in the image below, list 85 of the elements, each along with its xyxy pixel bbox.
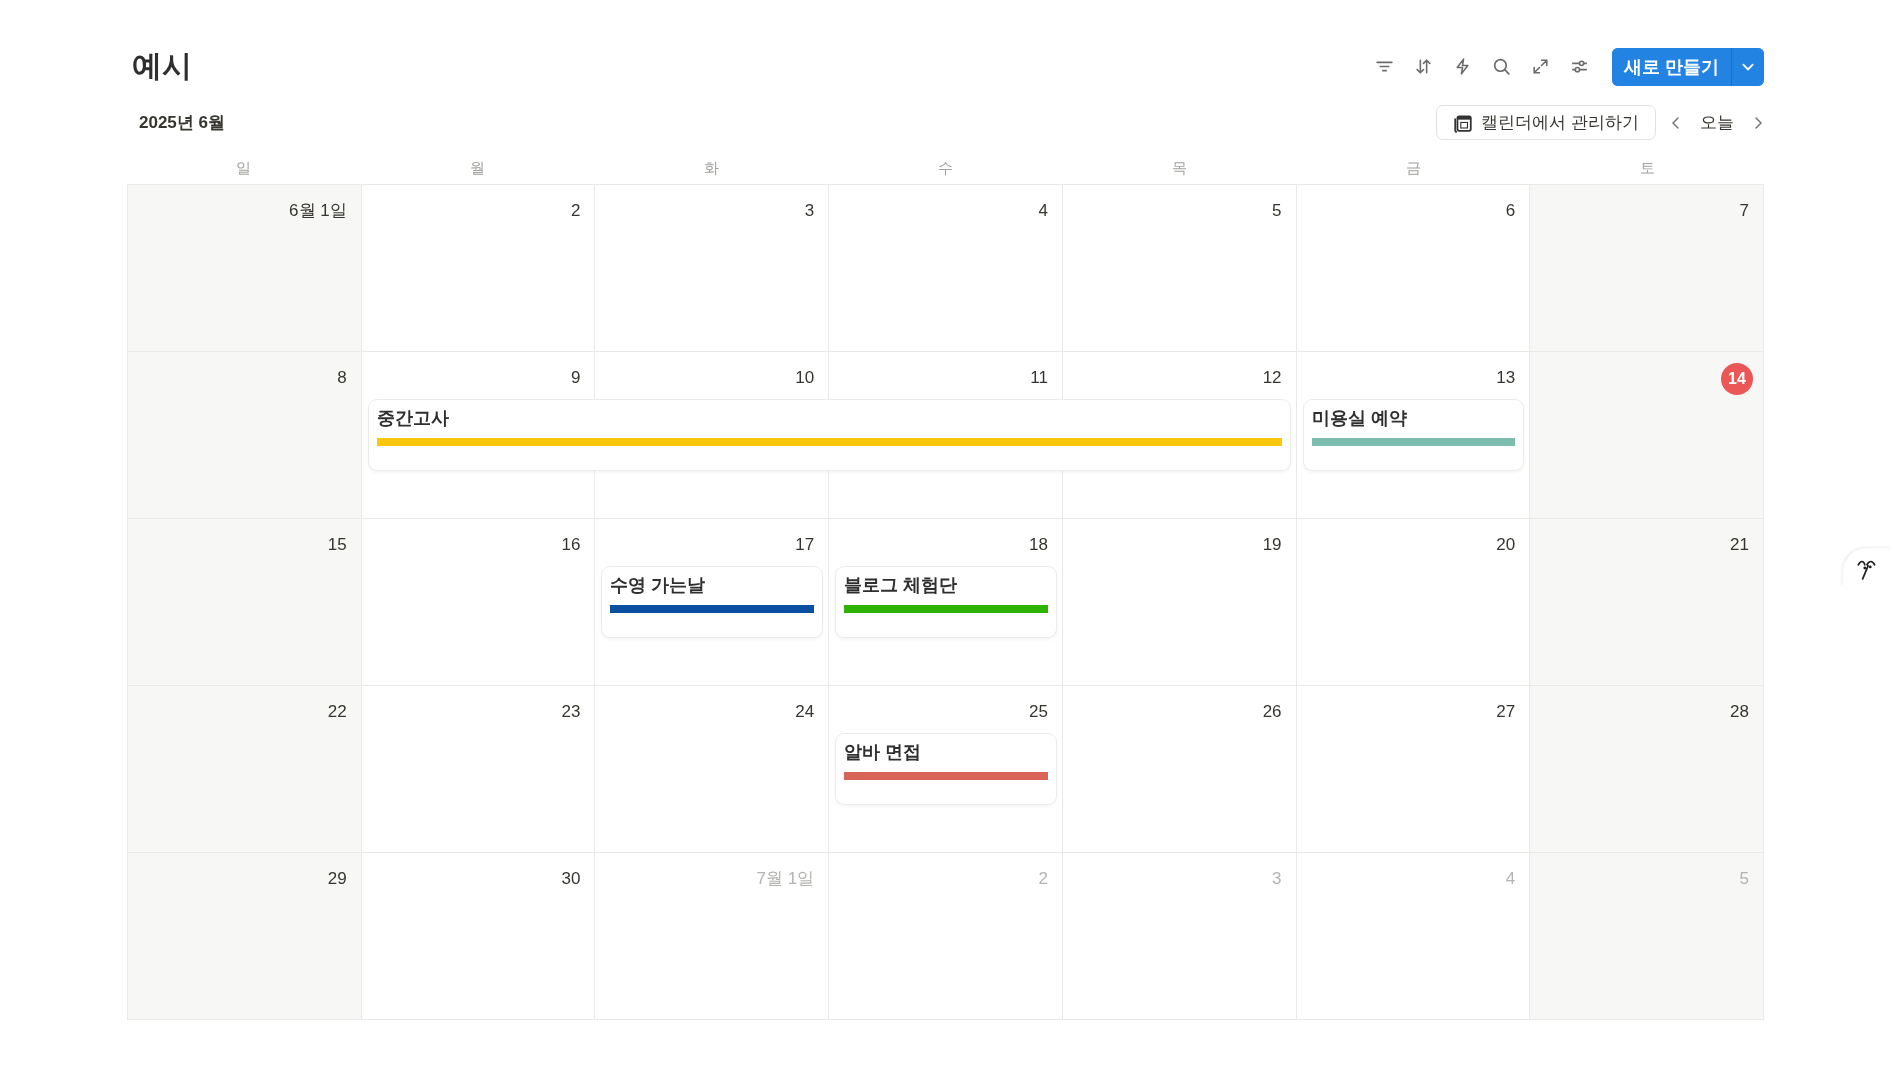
date-number: 28 — [1730, 701, 1749, 723]
date-number: 18 — [1028, 534, 1048, 556]
date-number: 24 — [795, 701, 815, 723]
date-number: 22 — [327, 701, 347, 723]
page-title: 예시 — [132, 48, 192, 84]
date-number: 8 — [337, 367, 347, 389]
event-card[interactable]: 수영 가는날 — [602, 567, 823, 637]
date-number: 25 — [1028, 701, 1048, 723]
event-card[interactable]: 알바 면접 — [836, 734, 1056, 804]
day-cell[interactable]: 6월 1일 — [128, 185, 362, 352]
date-number: 11 — [1030, 367, 1048, 389]
day-cell[interactable]: 6 — [1296, 185, 1531, 352]
event-title: 알바 면접 — [844, 741, 923, 764]
day-cell[interactable]: 23 — [361, 686, 596, 853]
day-cell[interactable]: 29 — [128, 853, 362, 1020]
date-number: 5 — [1272, 200, 1282, 222]
day-cell[interactable]: 24 — [595, 686, 830, 853]
date-number: 23 — [561, 701, 581, 723]
today-date-badge: 14 — [1721, 363, 1753, 395]
day-cell[interactable]: 28 — [1530, 686, 1764, 853]
date-number: 10 — [795, 367, 815, 389]
weekday-label: 화 — [704, 158, 720, 178]
date-number: 13 — [1496, 367, 1516, 389]
date-number: 9 — [570, 367, 581, 389]
date-number: 7 — [1739, 200, 1749, 222]
new-button[interactable]: 새로 만들기 — [1612, 47, 1732, 86]
date-number: 30 — [561, 868, 581, 890]
date-number: 2 — [1038, 868, 1048, 890]
date-number: 12 — [1262, 367, 1282, 389]
event-title: 수영 가는날 — [610, 574, 707, 597]
weekday-label: 토 — [1639, 158, 1655, 178]
day-cell[interactable]: 2 — [361, 185, 596, 352]
date-number: 21 — [1730, 534, 1749, 556]
event-card[interactable]: 블로그 체험단 — [836, 567, 1056, 637]
date-number: 3 — [1272, 868, 1282, 890]
event-title: 중간고사 — [376, 407, 450, 430]
search-icon[interactable] — [1491, 56, 1512, 77]
day-cell[interactable]: 20 — [1296, 519, 1531, 686]
day-cell[interactable]: 15 — [128, 519, 362, 686]
event-title: 블로그 체험단 — [844, 574, 959, 597]
day-cell[interactable]: 22 — [128, 686, 362, 853]
day-cell[interactable]: 19 — [1062, 519, 1297, 686]
manage-calendar-button[interactable]: 캘린더에서 관리하기 — [1436, 105, 1656, 140]
today-button[interactable]: 오늘 — [1696, 111, 1738, 134]
day-cell[interactable]: 21 — [1530, 519, 1764, 686]
expand-icon[interactable] — [1530, 56, 1551, 77]
date-number: 6 — [1505, 200, 1516, 222]
date-number: 4 — [1505, 868, 1516, 890]
date-number: 29 — [327, 868, 347, 890]
day-cell[interactable]: 8 — [128, 352, 362, 519]
event-title: 미용실 예약 — [1311, 407, 1408, 430]
date-number: 20 — [1496, 534, 1516, 556]
date-number: 16 — [561, 534, 581, 556]
date-number: 27 — [1496, 701, 1516, 723]
date-number: 4 — [1038, 200, 1048, 222]
date-number: 7월 1일 — [756, 868, 815, 890]
date-number: 17 — [795, 534, 815, 556]
day-cell[interactable]: 26 — [1062, 686, 1297, 853]
day-cell[interactable]: 7 — [1530, 185, 1764, 352]
date-number: 5 — [1739, 868, 1749, 890]
weekday-label: 목 — [1171, 158, 1187, 178]
calendar-icon — [1453, 112, 1474, 133]
day-cell[interactable]: 30 — [361, 853, 596, 1020]
date-number: 15 — [327, 534, 347, 556]
floating-button[interactable] — [1843, 548, 1891, 586]
weekday-label: 월 — [470, 158, 486, 178]
date-number: 3 — [804, 200, 815, 222]
sort-icon[interactable] — [1413, 56, 1434, 77]
day-cell[interactable]: 4 — [829, 185, 1063, 352]
weekday-label: 금 — [1405, 158, 1421, 178]
date-number: 26 — [1262, 701, 1282, 723]
day-cell[interactable]: 5 — [1062, 185, 1297, 352]
event-card[interactable]: 미용실 예약 — [1303, 400, 1524, 470]
day-cell[interactable]: 27 — [1296, 686, 1531, 853]
date-number: 6월 1일 — [289, 200, 347, 222]
date-number: 19 — [1262, 534, 1282, 556]
day-cell[interactable]: 3 — [595, 185, 830, 352]
event-card[interactable]: 중간고사 — [368, 400, 1290, 470]
date-number: 2 — [570, 200, 581, 222]
next-icon[interactable] — [1752, 114, 1764, 131]
month-label: 2025년 6월 — [139, 112, 225, 134]
previous-icon[interactable] — [1670, 114, 1682, 131]
weekday-label: 수 — [938, 158, 953, 178]
weekday-label: 일 — [236, 158, 252, 178]
day-cell[interactable]: 16 — [361, 519, 596, 686]
